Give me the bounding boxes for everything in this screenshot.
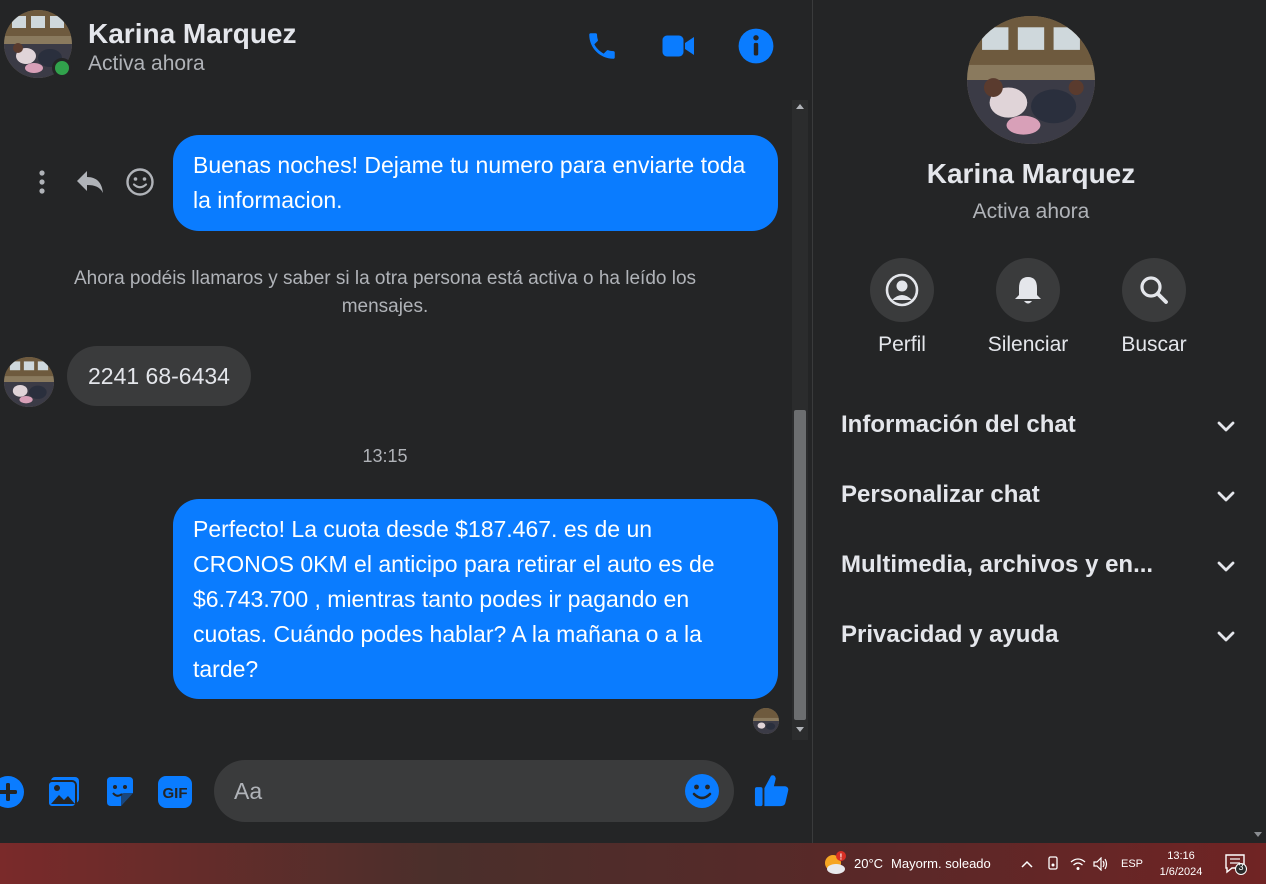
bell-icon [996, 258, 1060, 322]
video-camera-icon[interactable] [659, 26, 699, 66]
more-options-icon[interactable] [26, 166, 58, 198]
mute-button[interactable]: Silenciar [963, 258, 1093, 357]
contact-status: Activa ahora [88, 52, 205, 75]
chevron-down-icon [1215, 485, 1237, 507]
emoji-icon[interactable] [684, 773, 720, 809]
section-customize-chat[interactable]: Personalizar chat [827, 467, 1247, 523]
sidebar-scrollbar[interactable] [1249, 0, 1263, 843]
taskbar: ! 20°C Mayorm. soleado ESP 13:16 1/6/202… [0, 843, 1266, 884]
chevron-down-icon [1215, 555, 1237, 577]
weather-widget[interactable]: ! 20°C Mayorm. soleado [822, 843, 991, 884]
scroll-down-arrow-icon[interactable] [796, 727, 804, 732]
profile-name: Karina Marquez [926, 158, 1136, 189]
svg-text:!: ! [840, 852, 843, 861]
chat-panel: Karina Marquez Activa ahora Buenas noche… [0, 0, 812, 843]
seen-indicator-avatar [753, 708, 779, 734]
notification-center-icon[interactable]: 3 [1224, 843, 1248, 884]
online-indicator [52, 58, 72, 78]
section-label: Multimedia, archivos y en... [841, 551, 1154, 578]
section-chat-info[interactable]: Información del chat [827, 397, 1247, 453]
clock-time: 13:16 [1167, 849, 1195, 862]
show-hidden-icons-chevron-up-icon[interactable] [1019, 843, 1035, 884]
message-composer [214, 760, 734, 822]
outgoing-message[interactable]: Perfecto! La cuota desde $187.467. es de… [173, 499, 778, 699]
timestamp-separator: 13:15 [362, 446, 408, 466]
messenger-window: Karina Marquez Activa ahora Buenas noche… [0, 0, 1266, 843]
profile-label: Perfil [878, 333, 926, 356]
profile-status: Activa ahora [972, 200, 1090, 223]
gif-icon[interactable]: GIF [157, 774, 193, 810]
info-icon[interactable] [736, 26, 776, 66]
contact-message-avatar[interactable] [4, 357, 54, 407]
search-label: Buscar [1121, 333, 1187, 356]
scroll-up-arrow-icon[interactable] [796, 104, 804, 109]
section-label: Privacidad y ayuda [841, 621, 1059, 648]
section-privacy-help[interactable]: Privacidad y ayuda [827, 607, 1247, 663]
svg-text:GIF: GIF [163, 785, 188, 802]
language-indicator[interactable]: ESP [1121, 843, 1143, 884]
device-icon[interactable] [1046, 843, 1060, 884]
contact-name[interactable]: Karina Marquez [88, 18, 297, 50]
chevron-down-icon [1215, 625, 1237, 647]
sticker-icon[interactable] [102, 774, 138, 810]
volume-icon[interactable] [1093, 843, 1109, 884]
mute-label: Silenciar [987, 333, 1069, 356]
search-icon [1122, 258, 1186, 322]
profile-picture[interactable] [967, 16, 1095, 144]
chevron-down-icon [1215, 415, 1237, 437]
wifi-icon[interactable] [1070, 843, 1086, 884]
photo-gallery-icon[interactable] [46, 774, 82, 810]
plus-icon[interactable] [0, 774, 26, 810]
search-button[interactable]: Buscar [1089, 258, 1219, 357]
section-media-files[interactable]: Multimedia, archivos y en... [827, 537, 1247, 593]
system-note: Ahora podéis llamaros y saber si la otra… [73, 268, 697, 317]
clock-date: 1/6/2024 [1159, 865, 1203, 878]
section-label: Información del chat [841, 411, 1076, 438]
section-label: Personalizar chat [841, 481, 1040, 508]
outgoing-message[interactable]: Buenas noches! Dejame tu numero para env… [173, 135, 778, 231]
weather-desc: Mayorm. soleado [891, 856, 991, 871]
phone-icon[interactable] [582, 26, 622, 66]
clock[interactable]: 13:16 1/6/2024 [1150, 843, 1212, 884]
weather-temp: 20°C [854, 856, 884, 871]
scroll-down-arrow-icon[interactable] [1254, 832, 1262, 837]
message-input[interactable] [234, 760, 674, 822]
chat-scroll-thumb[interactable] [794, 410, 806, 720]
profile-button[interactable]: Perfil [837, 258, 967, 357]
notification-count: 3 [1238, 862, 1244, 872]
reply-icon[interactable] [74, 166, 106, 198]
profile-icon [870, 258, 934, 322]
thumbs-up-icon[interactable] [754, 772, 790, 808]
chat-info-sidebar: Karina Marquez Activa ahora Perfil Silen… [813, 0, 1266, 843]
weather-sun-cloud-icon: ! [825, 850, 846, 874]
incoming-message[interactable]: 2241 68-6434 [67, 346, 251, 406]
react-emoji-icon[interactable] [124, 166, 156, 198]
